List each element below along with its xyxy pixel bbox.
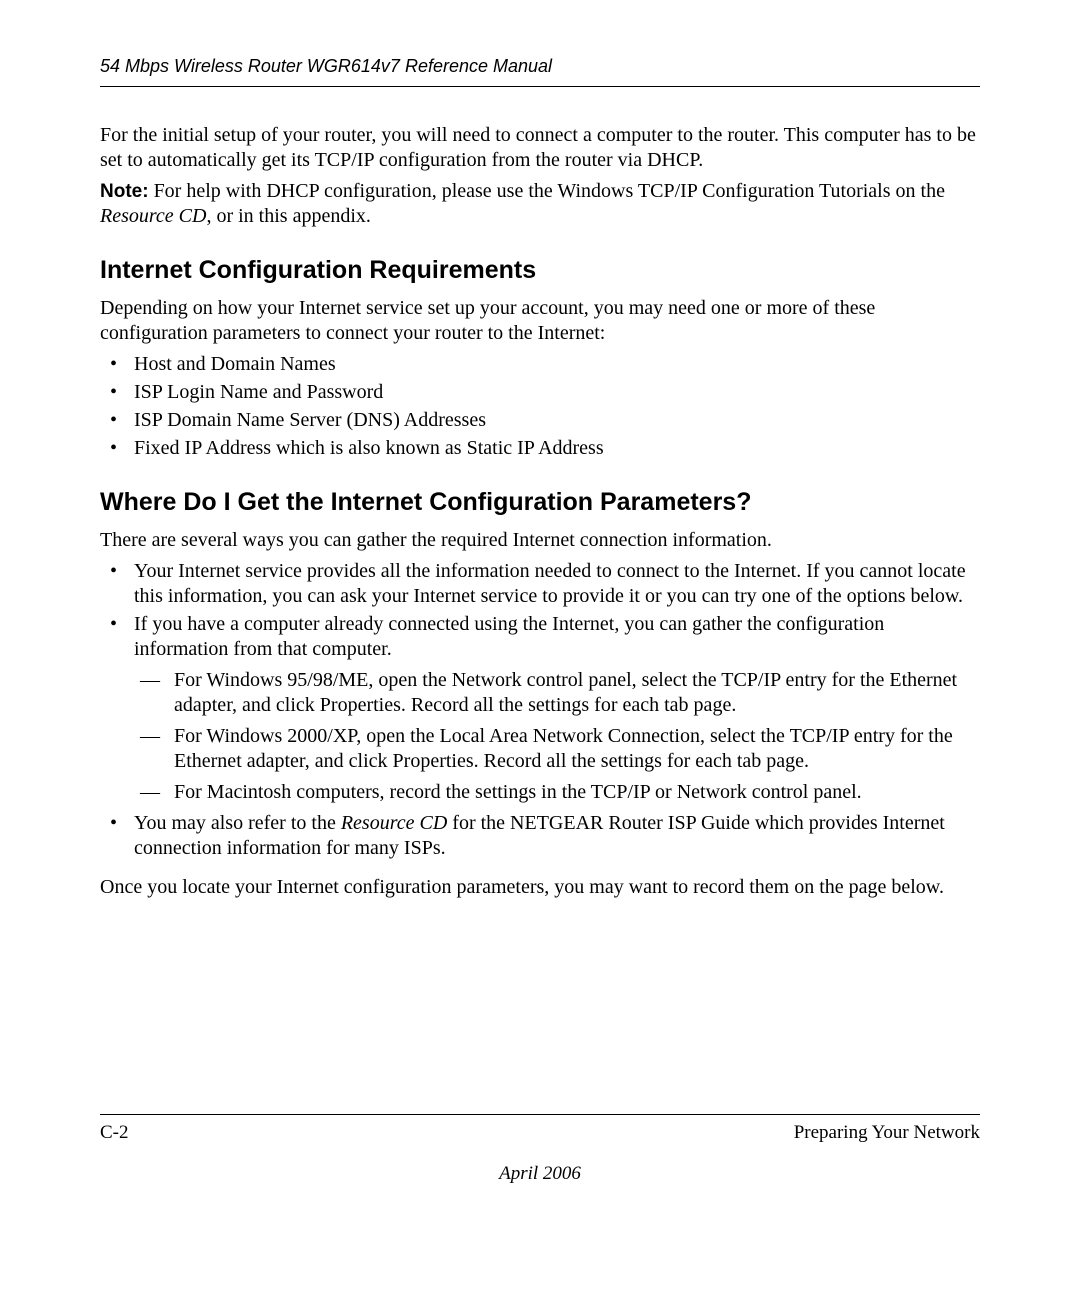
note-label: Note: [100,181,149,202]
running-header: 54 Mbps Wireless Router WGR614v7 Referen… [100,55,980,78]
list-item-text: If you have a computer already connected… [134,613,884,660]
note-text-before: For help with DHCP configuration, please… [149,180,945,202]
list-item: If you have a computer already connected… [100,612,980,805]
list-item: ISP Login Name and Password [100,380,980,405]
sub-list-item: For Windows 2000/XP, open the Local Area… [134,724,980,774]
list-item: ISP Domain Name Server (DNS) Addresses [100,408,980,433]
where-list: Your Internet service provides all the i… [100,559,980,861]
section2-paragraph: There are several ways you can gather th… [100,528,980,553]
note-resource-cd: Resource CD [100,205,206,227]
footer-date: April 2006 [100,1162,980,1186]
note-paragraph: Note: For help with DHCP configuration, … [100,179,980,229]
footer-section-name: Preparing Your Network [794,1121,980,1145]
sub-list: For Windows 95/98/ME, open the Network c… [134,668,980,805]
page-body: For the initial setup of your router, yo… [100,123,980,901]
header-rule [100,86,980,87]
sub-list-item: For Windows 95/98/ME, open the Network c… [134,668,980,718]
closing-paragraph: Once you locate your Internet configurat… [100,875,980,900]
list-item: Fixed IP Address which is also known as … [100,436,980,461]
list-item: Your Internet service provides all the i… [100,559,980,609]
document-page: 54 Mbps Wireless Router WGR614v7 Referen… [0,0,1080,1296]
page-footer: C-2 Preparing Your Network April 2006 [100,1114,980,1187]
list-item: Host and Domain Names [100,352,980,377]
section-heading-where: Where Do I Get the Internet Configuratio… [100,487,980,518]
list-item: You may also refer to the Resource CD fo… [100,811,980,861]
resource-cd-ref: Resource CD [341,812,447,834]
footer-rule [100,1114,980,1115]
page-number: C-2 [100,1121,129,1145]
sub-list-item: For Macintosh computers, record the sett… [134,780,980,805]
list-item-text-before: You may also refer to the [134,812,341,834]
intro-paragraph: For the initial setup of your router, yo… [100,123,980,173]
section-heading-requirements: Internet Configuration Requirements [100,255,980,286]
section1-paragraph: Depending on how your Internet service s… [100,296,980,346]
requirements-list: Host and Domain Names ISP Login Name and… [100,352,980,461]
note-text-after: , or in this appendix. [206,205,370,227]
